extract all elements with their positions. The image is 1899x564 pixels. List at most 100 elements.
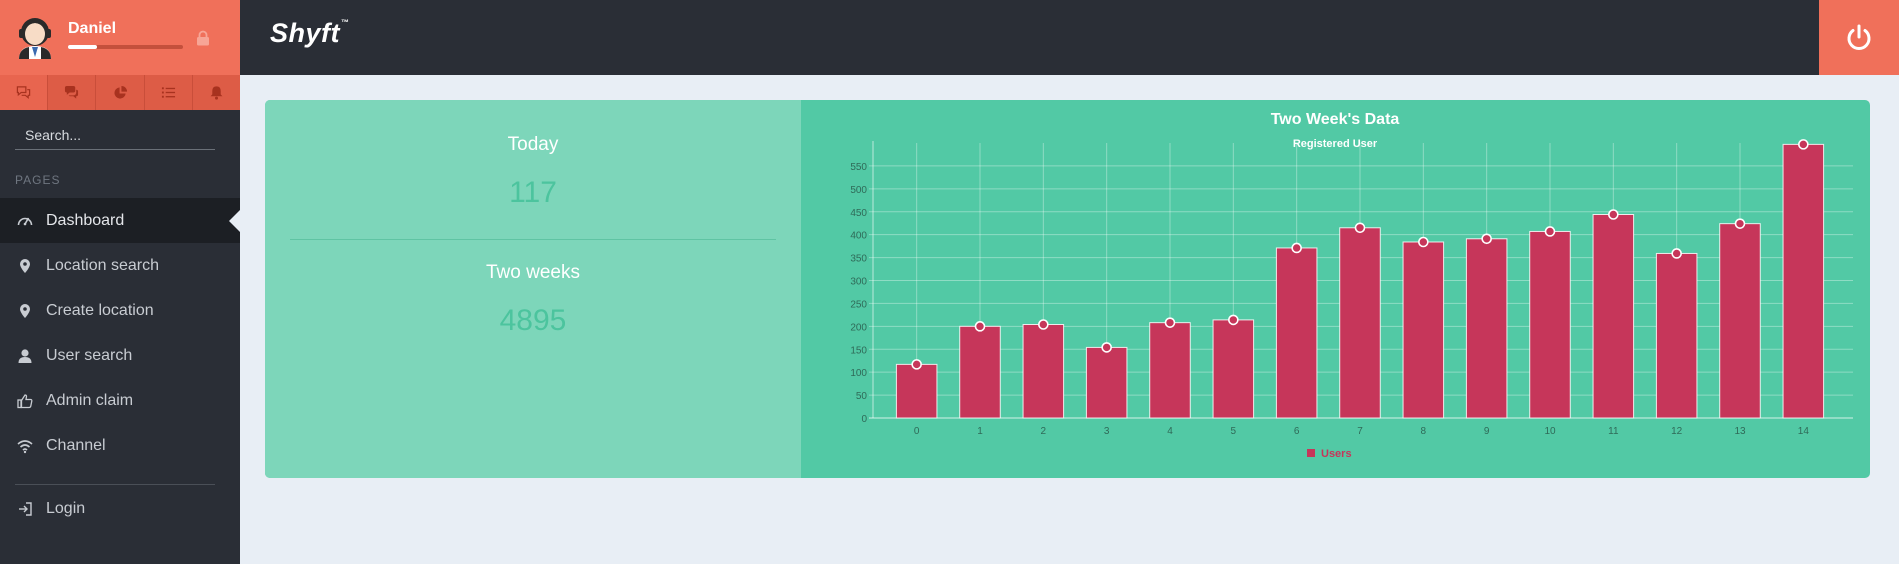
x-tick-label: 0 [914,426,920,437]
speedometer-icon [16,212,34,230]
tab-chats[interactable] [0,75,49,110]
sidebar-item-label: Admin claim [46,391,134,409]
bar [1339,227,1381,419]
bar [1529,230,1571,419]
bar [1402,241,1445,419]
bar [1465,238,1508,419]
sidebar-item-user-search[interactable]: User search [0,333,240,378]
tab-list[interactable] [145,75,193,110]
sidebar-item-channel[interactable]: Channel [0,423,240,468]
bar [1212,319,1255,419]
y-tick-label: 400 [850,231,867,242]
x-tick-label: 7 [1357,426,1363,437]
sidebar-item-label: Create location [46,301,154,319]
x-tick-label: 2 [1041,426,1047,437]
data-point [974,321,986,332]
data-point [1101,342,1112,353]
sidebar-item-location-search[interactable]: Location search [0,243,240,288]
bar [1782,143,1825,419]
sidebar-item-dashboard[interactable]: Dashboard [0,198,240,243]
sidebar-item-label: Location search [46,256,159,274]
data-point [911,359,922,370]
data-point [1798,139,1809,150]
data-point [1608,209,1619,220]
brand-name: Shyft [270,18,340,48]
map-marker-icon [16,257,34,275]
user-icon [16,347,34,365]
map-marker-icon [16,302,34,320]
x-tick-label: 8 [1421,426,1427,437]
thumbs-up-icon [16,392,34,410]
bar [959,325,1001,419]
data-point [1671,248,1682,259]
brand-trademark: ™ [341,18,350,27]
stats-panel: Today 117 Two weeks 4895 [265,100,801,478]
tab-notifications[interactable] [193,75,240,110]
sidebar-item-label: Channel [46,436,106,454]
avatar[interactable] [13,13,57,59]
chat-bubbles-outline-icon [16,86,31,99]
sidebar-item-admin-claim[interactable]: Admin claim [0,378,240,423]
dashboard-panel: Today 117 Two weeks 4895 Two Week's Data… [265,100,1870,478]
lock-icon[interactable] [196,30,210,46]
list-icon [161,87,175,98]
y-tick-label: 450 [850,208,867,219]
data-point [1544,226,1556,237]
bar-chart: Two Week's DataRegistered User0501001502… [850,111,1853,460]
section-label-pages: PAGES [15,173,61,187]
two-weeks-value: 4895 [499,304,567,337]
x-tick-label: 1 [977,426,983,437]
tab-comments[interactable] [48,75,97,110]
pie-chart-icon [113,85,127,99]
y-tick-label: 100 [850,368,867,379]
power-icon [1847,24,1871,50]
username: Daniel [68,20,117,37]
x-tick-label: 6 [1294,426,1300,437]
chart-area: Two Week's Data Registered User 0 50 100 150 2… [801,100,1870,478]
y-tick-label: 350 [850,254,867,265]
user-panel: Daniel [0,0,240,75]
search-input[interactable] [15,122,215,148]
tab-stats[interactable] [96,75,145,110]
data-point [1291,242,1302,254]
today-label: Today [507,134,559,155]
y-tick-label: 300 [850,277,867,288]
x-tick-label: 10 [1544,426,1556,437]
sidebar-item-label: Dashboard [46,211,125,229]
x-tick-label: 13 [1734,426,1746,437]
data-point [1418,236,1429,248]
search-box [15,122,215,150]
sidebar-login-section: Login [0,486,240,531]
bar [1275,247,1318,419]
today-value: 117 [509,176,557,209]
data-point [1038,319,1049,330]
chart-subtitle: Registered User [1293,138,1378,150]
data-point [1481,233,1492,245]
legend-label: Users [1321,448,1352,460]
y-tick-label: 500 [850,185,867,196]
logout-button[interactable] [1819,0,1899,75]
y-tick-label: 200 [850,322,867,333]
y-tick-label: 0 [861,414,867,425]
data-point [1354,222,1366,234]
x-tick-label: 4 [1167,426,1173,437]
chart-title: Two Week's Data [1271,111,1400,128]
x-tick-label: 9 [1484,426,1490,437]
two-weeks-label: Two weeks [486,262,580,283]
sign-in-icon [16,500,34,518]
sidebar-nav: Dashboard Location search Create locatio… [0,198,240,468]
y-tick-label: 550 [850,162,867,173]
sidebar-item-login[interactable]: Login [0,486,240,531]
bar [1719,223,1761,419]
user-progress-bar [68,45,183,49]
y-tick-label: 150 [850,345,867,356]
sidebar: Daniel Search... PAGES Dashboard Locatio… [0,0,240,564]
user-tabs [0,75,240,110]
bar [1149,322,1191,419]
data-point [1164,317,1176,328]
brand-logo[interactable]: Shyft™ [270,18,350,49]
x-tick-label: 3 [1104,426,1110,437]
sidebar-item-create-location[interactable]: Create location [0,288,240,333]
comments-icon [65,85,79,99]
bar [1592,214,1635,419]
